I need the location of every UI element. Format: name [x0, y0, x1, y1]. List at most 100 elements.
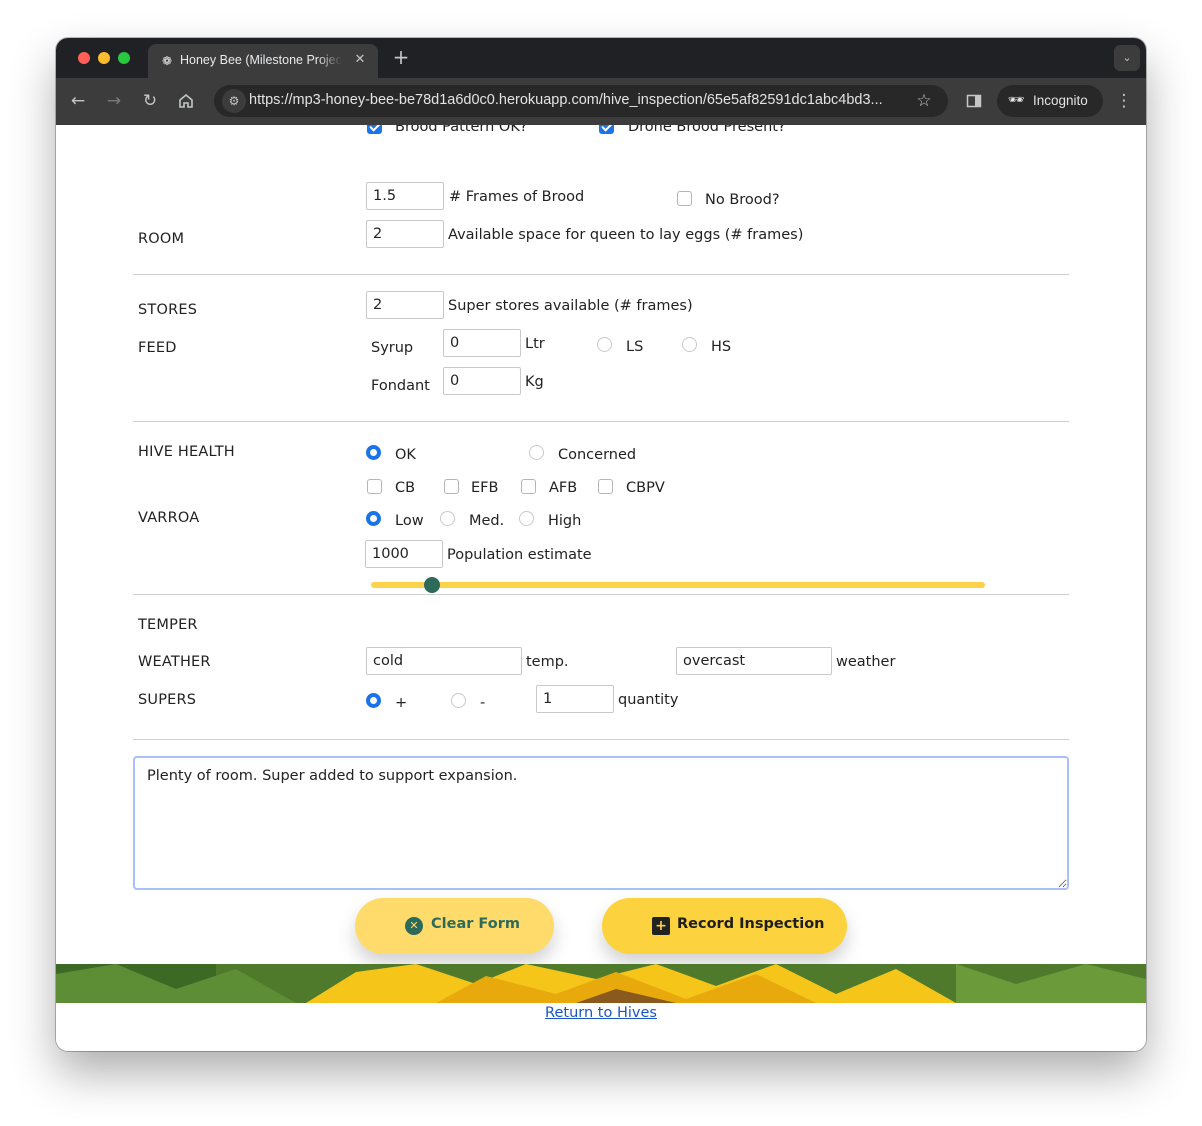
varroa-high-radio[interactable]: [519, 511, 534, 526]
temper-slider-thumb[interactable]: [424, 577, 441, 593]
supers-quantity-label: quantity: [618, 692, 679, 708]
syrup-unit-label: Ltr: [525, 336, 545, 352]
health-ok-label: OK: [395, 447, 416, 463]
incognito-label: Incognito: [1033, 93, 1088, 108]
section-divider: [133, 594, 1069, 595]
room-section-label: ROOM: [138, 231, 185, 247]
varroa-section-label: VARROA: [138, 510, 200, 526]
section-divider: [133, 274, 1069, 275]
close-tab-icon[interactable]: ✕: [352, 52, 368, 68]
back-arrow-icon[interactable]: ←: [66, 89, 90, 113]
temper-slider-track[interactable]: [371, 582, 985, 588]
brood-pattern-ok-checkbox[interactable]: [367, 125, 382, 134]
syrup-hs-radio[interactable]: [682, 337, 697, 352]
supers-quantity-input[interactable]: [536, 685, 614, 713]
syrup-input[interactable]: [443, 329, 521, 357]
return-to-hives-link[interactable]: Return to Hives: [56, 1005, 1146, 1021]
stores-section-label: STORES: [138, 302, 198, 318]
syrup-label: Syrup: [371, 340, 414, 356]
browser-window: ❁ Honey Bee (Milestone Project 3) ✕ + ⌄ …: [56, 38, 1146, 1051]
weather-temp-label: temp.: [526, 654, 569, 670]
disease-cb-checkbox[interactable]: [367, 479, 382, 494]
forward-arrow-icon[interactable]: →: [102, 89, 126, 113]
health-concerned-label: Concerned: [558, 447, 637, 463]
fondant-input[interactable]: [443, 367, 521, 395]
supers-section-label: SUPERS: [138, 692, 197, 708]
disease-cbpv-label: CBPV: [626, 480, 665, 496]
disease-afb-label: AFB: [549, 480, 578, 496]
varroa-med-label: Med.: [469, 513, 505, 529]
health-ok-radio[interactable]: [366, 445, 381, 460]
disease-afb-checkbox[interactable]: [521, 479, 536, 494]
room-field-label: Available space for queen to lay eggs (#…: [448, 227, 804, 243]
supers-minus-radio[interactable]: [451, 693, 466, 708]
minimize-window-button[interactable]: [98, 52, 110, 64]
stores-field-label: Super stores available (# frames): [448, 298, 693, 314]
plus-square-icon: +: [652, 917, 670, 935]
health-concerned-radio[interactable]: [529, 445, 544, 460]
browser-tab[interactable]: ❁ Honey Bee (Milestone Project 3) ✕: [148, 44, 378, 78]
site-settings-icon[interactable]: ⚙: [222, 89, 246, 113]
clear-circle-x-icon: ✕: [405, 917, 423, 935]
varroa-population-label: Population estimate: [447, 547, 592, 563]
fondant-label: Fondant: [371, 378, 430, 394]
url-text: https://mp3-honey-bee-be78d1a6d0c0.herok…: [249, 92, 883, 108]
brood-pattern-ok-label: Brood Pattern OK?: [395, 125, 528, 135]
weather-conditions-input[interactable]: [676, 647, 832, 675]
disease-cbpv-checkbox[interactable]: [598, 479, 613, 494]
feed-section-label: FEED: [138, 340, 177, 356]
maximize-window-button[interactable]: [118, 52, 130, 64]
stores-frames-input[interactable]: [366, 291, 444, 319]
incognito-indicator[interactable]: 🕶 Incognito: [997, 85, 1103, 117]
address-bar[interactable]: ⚙ https://mp3-honey-bee-be78d1a6d0c0.her…: [214, 85, 948, 117]
reload-icon[interactable]: ↻: [138, 89, 162, 113]
varroa-low-label: Low: [395, 513, 424, 529]
clear-form-label: Clear Form: [431, 916, 520, 932]
varroa-high-label: High: [548, 513, 582, 529]
disease-efb-checkbox[interactable]: [444, 479, 459, 494]
frames-of-brood-label: # Frames of Brood: [449, 189, 585, 205]
browser-menu-icon[interactable]: ⋮: [1112, 89, 1136, 113]
disease-cb-label: CB: [395, 480, 416, 496]
weather-conditions-label: weather: [836, 654, 896, 670]
no-brood-checkbox[interactable]: [677, 191, 692, 206]
incognito-icon: 🕶: [1007, 93, 1025, 108]
home-icon[interactable]: [174, 89, 198, 113]
drone-brood-label: Drone Brood Present?: [628, 125, 786, 135]
disease-efb-label: EFB: [471, 480, 499, 496]
record-inspection-button[interactable]: + Record Inspection: [602, 898, 847, 954]
drone-brood-checkbox[interactable]: [599, 125, 614, 134]
tab-strip: ❁ Honey Bee (Milestone Project 3) ✕ + ⌄: [56, 38, 1146, 78]
tab-title: Honey Bee (Milestone Project 3): [180, 53, 342, 67]
no-brood-label: No Brood?: [705, 192, 780, 208]
supers-plus-label: +: [395, 695, 408, 711]
syrup-ls-label: LS: [626, 339, 644, 355]
record-inspection-label: Record Inspection: [677, 916, 825, 932]
bookmark-star-icon[interactable]: ☆: [912, 89, 936, 113]
fondant-unit-label: Kg: [525, 374, 544, 390]
new-tab-icon[interactable]: +: [390, 46, 412, 68]
side-panel-icon[interactable]: [962, 89, 986, 113]
room-frames-input[interactable]: [366, 220, 444, 248]
weather-section-label: WEATHER: [138, 654, 211, 670]
section-divider: [133, 421, 1069, 422]
weather-temp-input[interactable]: [366, 647, 522, 675]
hive-health-section-label: HIVE HEALTH: [138, 444, 235, 460]
browser-toolbar: ← → ↻ ⚙ https://mp3-honey-bee-be78d1a6d0…: [56, 78, 1146, 125]
tab-search-chevron-icon[interactable]: ⌄: [1114, 45, 1140, 71]
close-window-button[interactable]: [78, 52, 90, 64]
bee-favicon-icon: ❁: [161, 54, 173, 68]
clear-form-button[interactable]: ✕ Clear Form: [355, 898, 554, 954]
supers-minus-label: -: [480, 695, 486, 711]
syrup-hs-label: HS: [711, 339, 732, 355]
frames-of-brood-input[interactable]: [366, 182, 444, 210]
temper-section-label: TEMPER: [138, 617, 198, 633]
supers-plus-radio[interactable]: [366, 693, 381, 708]
inspection-notes-textarea[interactable]: Plenty of room. Super added to support e…: [133, 756, 1069, 890]
syrup-ls-radio[interactable]: [597, 337, 612, 352]
varroa-med-radio[interactable]: [440, 511, 455, 526]
varroa-low-radio[interactable]: [366, 511, 381, 526]
sunflower-footer-image: [56, 964, 1146, 1003]
varroa-population-input[interactable]: [365, 540, 443, 568]
inspection-form: Brood Pattern OK? Drone Brood Present? #…: [56, 125, 1146, 1051]
